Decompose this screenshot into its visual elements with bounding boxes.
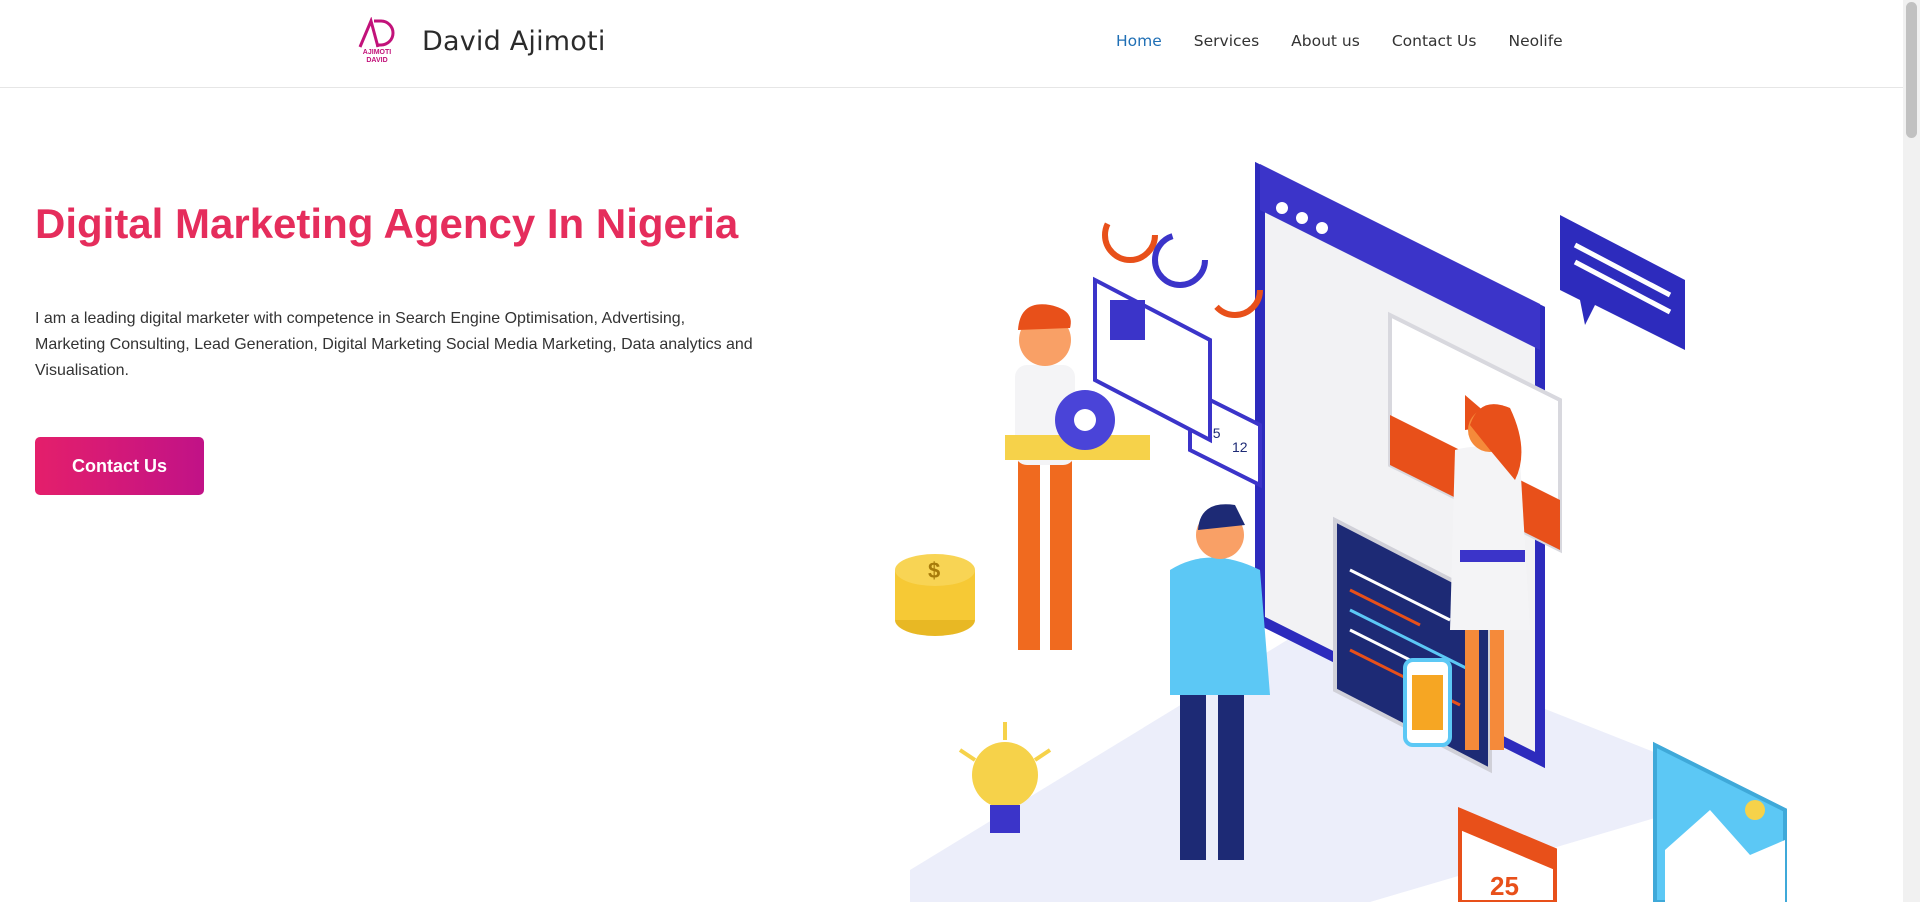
- hero-illustration: 25 12 $ 25: [895, 161, 1787, 902]
- person-hair: [1018, 304, 1071, 330]
- donut-chart-icon: [1207, 262, 1263, 318]
- chat-bubble-icon: [1560, 215, 1685, 350]
- person-leg: [1050, 450, 1072, 650]
- nav-services[interactable]: Services: [1194, 32, 1259, 50]
- nav-neolife[interactable]: Neolife: [1508, 32, 1562, 50]
- window-dot-icon: [1296, 212, 1308, 224]
- hero-description: I am a leading digital marketer with com…: [35, 310, 753, 379]
- bulb-base: [990, 805, 1020, 833]
- brand-logo[interactable]: AJIMOTI DAVID: [356, 17, 398, 67]
- person-leg: [1490, 620, 1504, 750]
- donut-chart-icon: [1102, 207, 1158, 263]
- nav-contact-us[interactable]: Contact Us: [1392, 32, 1477, 50]
- person-torso: [1170, 557, 1270, 695]
- person-leg: [1018, 450, 1040, 650]
- person-leg: [1180, 670, 1206, 860]
- dollar-icon: $: [928, 558, 940, 583]
- person-leg: [1218, 670, 1244, 860]
- donut-chart-icon: [1152, 232, 1208, 288]
- comments-count: 12: [1232, 439, 1248, 455]
- calendar-day: 25: [1490, 871, 1519, 901]
- nav-about-us[interactable]: About us: [1291, 32, 1360, 50]
- main-nav: Home Services About us Contact Us Neolif…: [1116, 32, 1563, 50]
- nav-home[interactable]: Home: [1116, 32, 1162, 50]
- profile-image-block: [1110, 300, 1145, 340]
- light-bulb-icon: [972, 742, 1038, 808]
- window-dot-icon: [1316, 222, 1328, 234]
- person-belt: [1460, 550, 1525, 562]
- window-dot-icon: [1276, 202, 1288, 214]
- logo-caption: AJIMOTI DAVID: [362, 49, 392, 64]
- phone-screen: [1412, 675, 1443, 730]
- person-dress: [1450, 446, 1530, 630]
- contact-us-button[interactable]: Contact Us: [35, 437, 204, 495]
- site-header: AJIMOTI DAVID David Ajimoti Home Service…: [0, 0, 1903, 88]
- bulb-ray: [1033, 748, 1052, 762]
- gear-center: [1074, 409, 1096, 431]
- hero-title: Digital Marketing Agency In Nigeria: [35, 200, 739, 247]
- sun-shape: [1745, 800, 1765, 820]
- vertical-scrollbar[interactable]: [1903, 0, 1920, 902]
- logo-mark-icon: [358, 17, 395, 48]
- scrollbar-thumb[interactable]: [1906, 2, 1917, 138]
- person-leg: [1465, 620, 1479, 750]
- bulb-ray: [958, 748, 977, 762]
- site-title[interactable]: David Ajimoti: [422, 26, 606, 57]
